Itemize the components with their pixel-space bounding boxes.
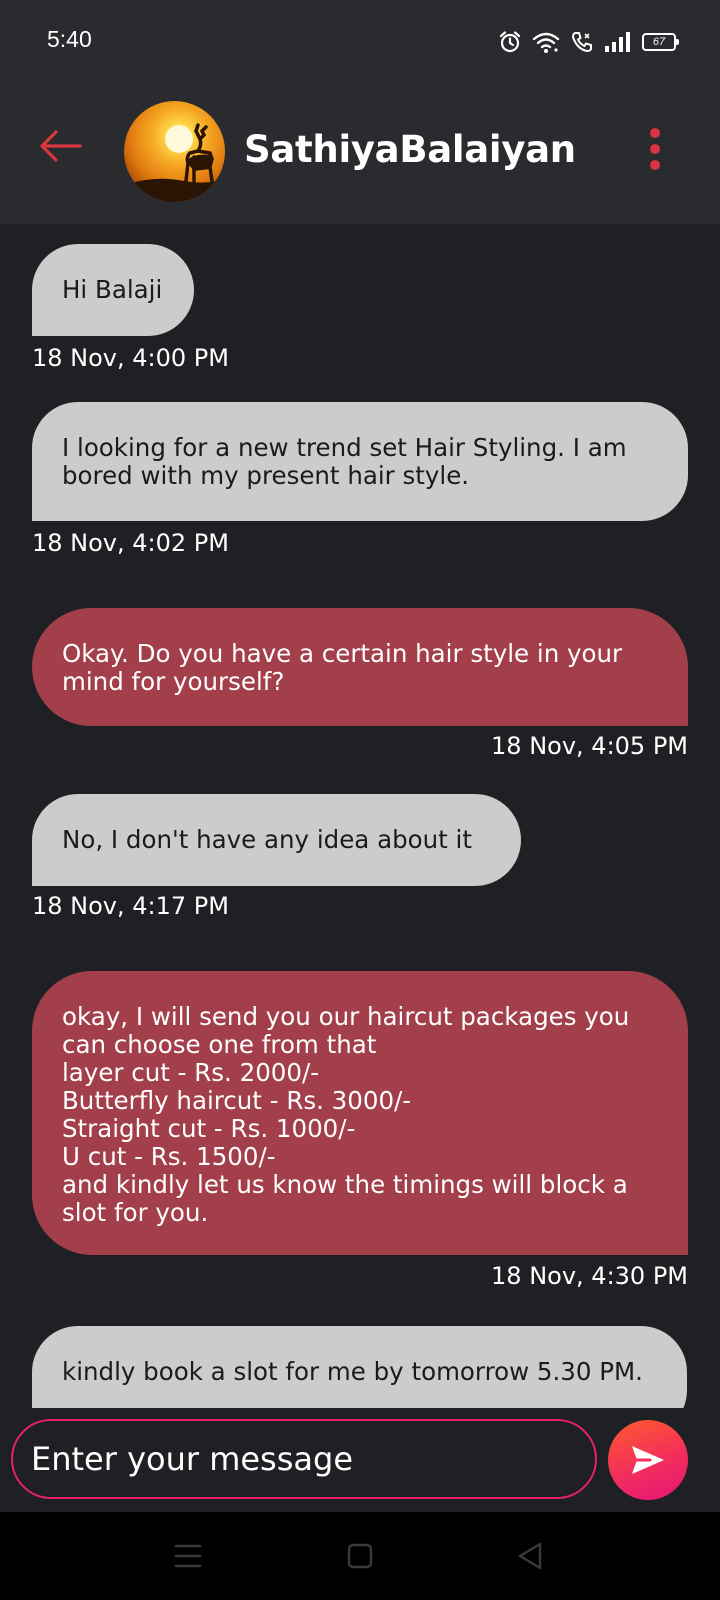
message-bubble-sent[interactable]: okay, I will send you our haircut packag… (32, 971, 688, 1255)
message-timestamp: 18 Nov, 4:00 PM (32, 344, 229, 372)
status-icons: 67 (498, 30, 679, 54)
recents-menu-icon (174, 1544, 202, 1568)
back-nav-button[interactable] (512, 1538, 548, 1574)
message-bubble-received[interactable]: I looking for a new trend set Hair Styli… (32, 402, 688, 521)
alarm-icon (498, 30, 522, 54)
system-navigation-bar (0, 1512, 720, 1600)
message-bubble-received[interactable]: No, I don't have any idea about it (32, 794, 521, 886)
message-input[interactable] (11, 1419, 597, 1499)
message-list[interactable]: Hi Balaji 18 Nov, 4:00 PM I looking for … (0, 224, 720, 1408)
back-button[interactable] (38, 126, 84, 166)
send-button[interactable] (608, 1420, 688, 1500)
signal-icon (604, 31, 632, 53)
message-bubble-received[interactable]: Hi Balaji (32, 244, 194, 336)
send-icon (632, 1446, 664, 1474)
message-timestamp: 18 Nov, 4:05 PM (491, 732, 688, 760)
message-timestamp: 18 Nov, 4:17 PM (32, 892, 229, 920)
status-time: 5:40 (47, 26, 92, 52)
chat-header: SathiyaBalaiyan (0, 86, 720, 224)
message-composer (0, 1408, 720, 1512)
avatar[interactable] (124, 101, 225, 202)
battery-icon: 67 (642, 33, 679, 51)
home-button[interactable] (342, 1538, 378, 1574)
message-timestamp: 18 Nov, 4:02 PM (32, 529, 229, 557)
status-bar: 5:40 67 (0, 0, 720, 86)
home-square-icon (347, 1543, 373, 1569)
message-timestamp: 18 Nov, 4:30 PM (491, 1262, 688, 1290)
recents-button[interactable] (170, 1538, 206, 1574)
back-triangle-icon (518, 1542, 542, 1570)
volte-call-icon (570, 30, 594, 54)
more-options-button[interactable] (644, 128, 666, 174)
more-vertical-icon (650, 128, 660, 138)
message-bubble-received[interactable]: kindly book a slot for me by tomorrow 5.… (32, 1326, 687, 1408)
message-bubble-sent[interactable]: Okay. Do you have a certain hair style i… (32, 608, 688, 726)
wifi-icon (532, 30, 560, 54)
deer-silhouette-icon (124, 123, 225, 202)
contact-name[interactable]: SathiyaBalaiyan (244, 128, 576, 171)
back-arrow-icon (40, 130, 82, 162)
